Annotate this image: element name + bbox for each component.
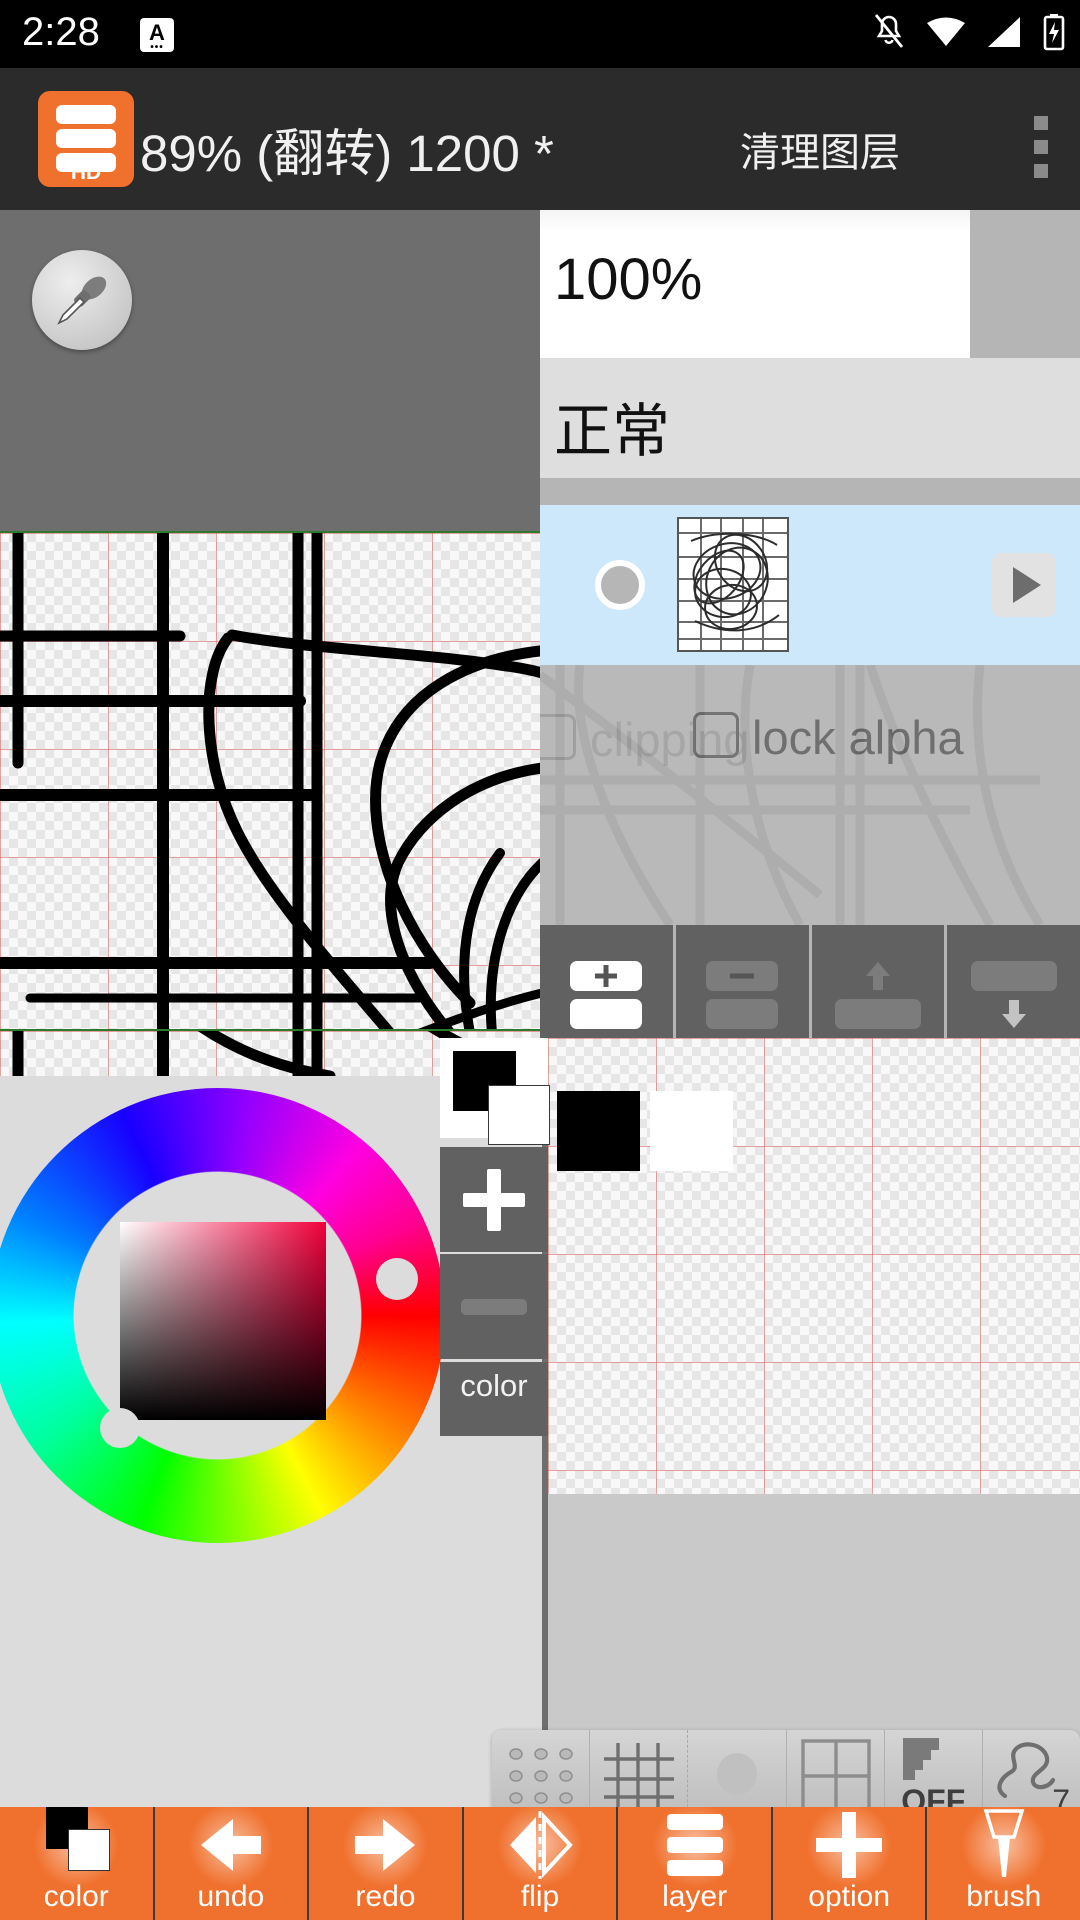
layer-panel-canvas-ghost (540, 665, 1080, 925)
layer-opacity-field[interactable]: 100% (540, 210, 970, 358)
layer-thumbnail[interactable] (677, 517, 789, 652)
app-notification-badge-icon: A ••• (140, 18, 174, 53)
move-up-plate (834, 999, 921, 1029)
delete-layer-plate-top (706, 961, 779, 991)
color-swatch-pair[interactable] (440, 1038, 550, 1145)
layer-visibility-toggle[interactable] (595, 560, 645, 610)
add-layer-plate-top (570, 961, 643, 991)
notifications-off-icon (872, 13, 906, 55)
color-tab-label: color (460, 1368, 528, 1403)
remove-swatch-button[interactable] (440, 1254, 548, 1359)
wifi-icon (926, 15, 966, 54)
layer-button[interactable]: layer (618, 1797, 773, 1920)
status-icons (872, 12, 1066, 56)
overflow-menu-icon[interactable] (1030, 116, 1052, 178)
cellular-signal-icon (986, 16, 1022, 53)
undo-button[interactable]: undo (155, 1797, 310, 1920)
color-swatch-icon (38, 1807, 114, 1883)
sv-cursor[interactable] (100, 1408, 140, 1448)
foreground-color-swatch[interactable] (557, 1091, 640, 1171)
drawing-canvas[interactable] (0, 531, 542, 1031)
status-clock: 2:28 (22, 10, 100, 54)
layer-opacity-value: 100% (554, 247, 703, 312)
app-bar: HD 89% (翻转) 1200 * 12… 清理图层 (0, 68, 1080, 210)
color-tab-button[interactable]: color (440, 1362, 548, 1436)
redo-button[interactable]: redo (309, 1797, 464, 1920)
canvas-strokes (0, 533, 540, 1029)
bottom-toolbar: color undo redo flip layer option brush (0, 1797, 1080, 1920)
add-layer-plate-bottom (570, 999, 643, 1029)
secondary-color-swatch[interactable] (488, 1085, 550, 1145)
arrow-up-icon (861, 959, 895, 998)
option-button[interactable]: option (773, 1797, 928, 1920)
hd-badge-label: HD (70, 161, 102, 184)
add-swatch-button[interactable] (440, 1147, 548, 1252)
move-down-plate (970, 961, 1057, 991)
brush-button-label: brush (966, 1880, 1042, 1913)
play-triangle-icon[interactable] (992, 553, 1056, 617)
color-button-label: color (43, 1880, 109, 1913)
eyedropper-icon[interactable] (32, 250, 132, 350)
saturation-value-square[interactable] (120, 1222, 326, 1420)
flip-button-label: flip (520, 1880, 560, 1913)
background-color-swatch[interactable] (650, 1091, 733, 1171)
color-button[interactable]: color (0, 1797, 155, 1920)
flip-button[interactable]: flip (464, 1797, 619, 1920)
arrow-down-icon (997, 997, 1031, 1036)
battery-charging-icon (1042, 13, 1066, 56)
status-bar: 2:28 A ••• (0, 0, 1080, 68)
delete-layer-plate-bottom (706, 999, 779, 1029)
layer-button-label: layer (662, 1880, 728, 1913)
undo-button-label: undo (197, 1880, 265, 1913)
app-root: 2:28 A ••• HD 89% (翻转) 1200 * 清理图层 100% … (0, 0, 1080, 1920)
hue-cursor[interactable] (376, 1258, 418, 1300)
badge-dots: ••• (150, 42, 164, 53)
blend-mode-value: 正常 (554, 399, 671, 464)
redo-button-label: redo (355, 1880, 416, 1913)
layer-list-item[interactable] (540, 505, 1080, 665)
layer-panel: 100% 正常 clipping lock alpha (540, 210, 1080, 1076)
option-button-label: option (808, 1880, 891, 1913)
blend-mode-select[interactable]: 正常 (540, 358, 1080, 478)
brush-button[interactable]: brush (927, 1797, 1080, 1920)
app-hd-icon[interactable]: HD (38, 91, 134, 187)
clean-layer-button[interactable]: 清理图层 (740, 120, 900, 178)
page-title[interactable]: 89% (翻转) 1200 * 12… (140, 112, 570, 186)
plus-icon (816, 1812, 883, 1878)
